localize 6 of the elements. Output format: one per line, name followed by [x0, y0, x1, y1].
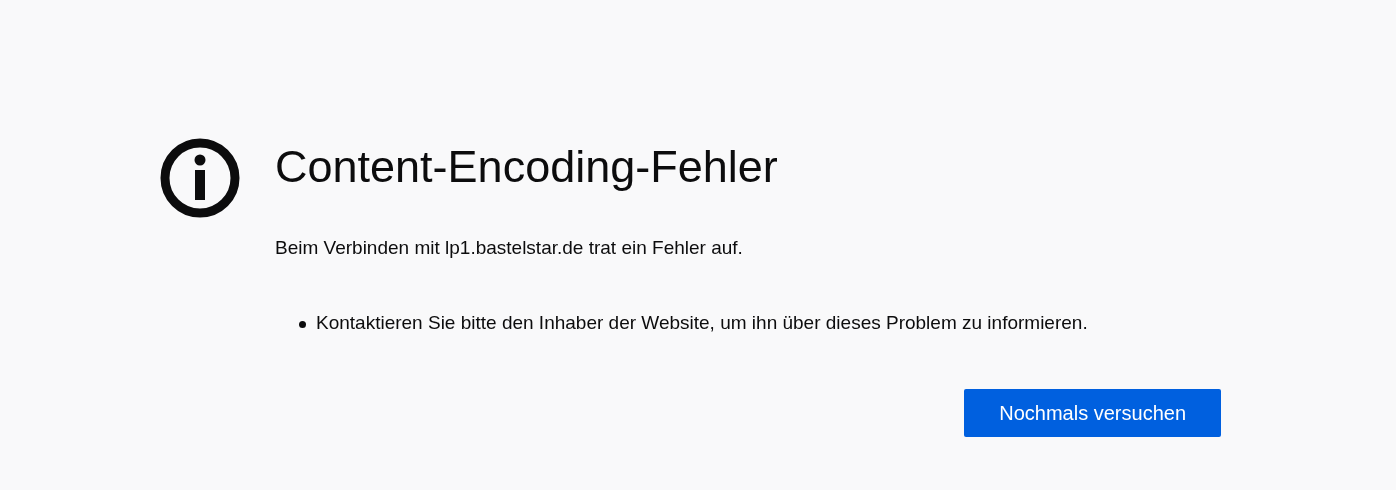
error-title: Content-Encoding-Fehler: [275, 140, 778, 194]
error-message: Beim Verbinden mit lp1.bastelstar.de trat ein Fehler auf.: [275, 236, 743, 260]
bullet-icon: [299, 320, 306, 328]
info-icon: [160, 138, 240, 218]
retry-button[interactable]: Nochmals versuchen: [964, 389, 1221, 438]
suggestion-text: Kontaktieren Sie bitte den Inhaber der Website, um ihn über dieses Problem zu informieren.: [316, 310, 1088, 335]
